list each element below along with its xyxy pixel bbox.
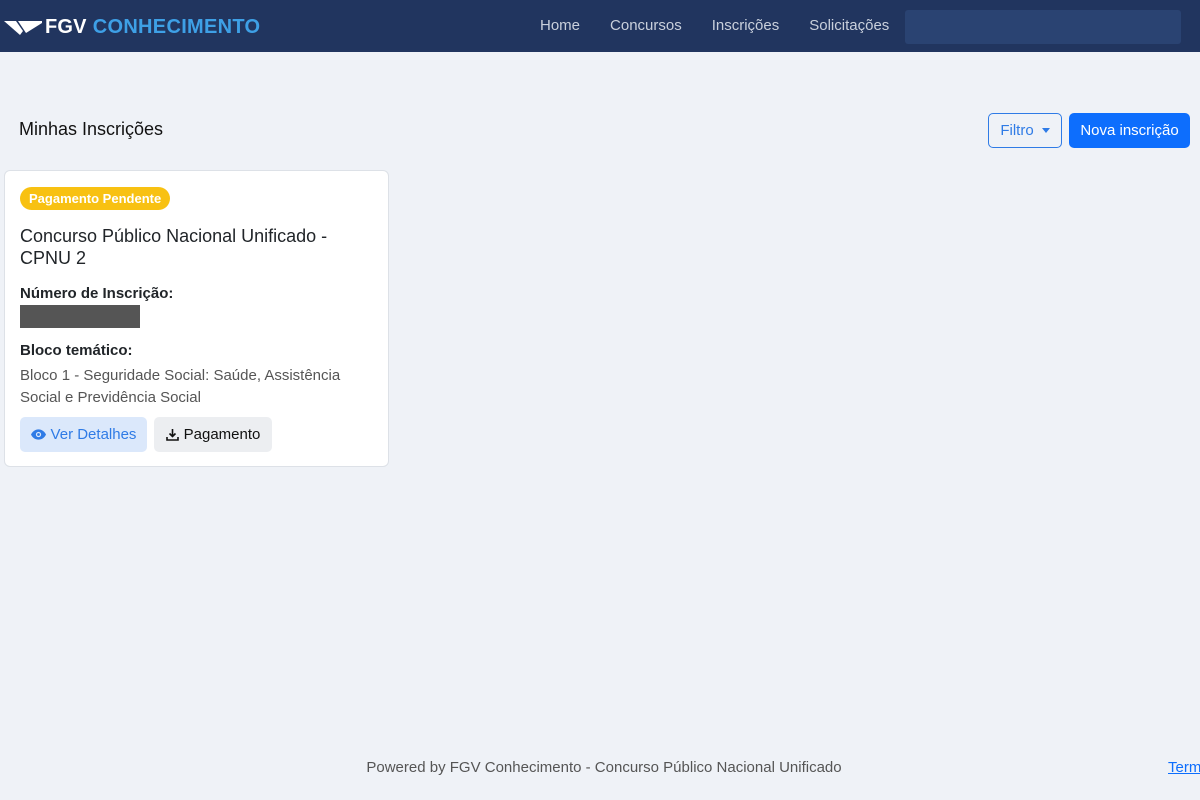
status-badge: Pagamento Pendente: [20, 187, 171, 210]
nav-links: Home Concursos Inscrições Solicitações: [525, 0, 904, 52]
view-details-button[interactable]: Ver Detalhes: [20, 417, 147, 452]
user-menu-redacted[interactable]: [905, 10, 1181, 44]
page-title: Minhas Inscrições: [19, 119, 164, 139]
view-details-label: Ver Detalhes: [50, 426, 137, 443]
payment-button[interactable]: Pagamento: [154, 417, 272, 452]
thematic-block-label: Bloco temático:: [20, 342, 133, 359]
nav-solicitacoes[interactable]: Solicitações: [794, 0, 904, 52]
brand-logo[interactable]: FGV CONHECIMENTO: [4, 16, 260, 38]
top-navbar: FGV CONHECIMENTO Home Concursos Inscriçõ…: [0, 0, 1200, 52]
brand-name-fgv: FGV: [45, 15, 87, 38]
footer-text: Powered by FGV Conhecimento - Concurso P…: [366, 759, 842, 776]
new-registration-button[interactable]: Nova inscrição: [1069, 113, 1190, 148]
filter-label: Filtro: [1000, 122, 1034, 139]
nav-home[interactable]: Home: [525, 0, 595, 52]
nav-inscricoes[interactable]: Inscrições: [697, 0, 795, 52]
footer-terms-link[interactable]: Term: [1168, 759, 1200, 776]
thematic-block-value: Bloco 1 - Seguridade Social: Saúde, Assi…: [20, 367, 341, 406]
filter-dropdown-button[interactable]: Filtro: [988, 113, 1062, 148]
registration-card: Pagamento Pendente Concurso Público Naci…: [4, 170, 389, 467]
registration-number-redacted: [20, 305, 140, 328]
brand-name-conhecimento: CONHECIMENTO: [92, 15, 261, 38]
card-title: Concurso Público Nacional Unificado - CP…: [20, 226, 328, 268]
fgv-logo-icon: [4, 21, 42, 35]
eye-icon: [30, 429, 46, 440]
registration-number-label: Número de Inscrição:: [20, 285, 174, 302]
download-icon: [165, 429, 179, 441]
caret-down-icon: [1041, 128, 1050, 133]
nav-concursos[interactable]: Concursos: [595, 0, 697, 52]
payment-label: Pagamento: [183, 426, 261, 443]
